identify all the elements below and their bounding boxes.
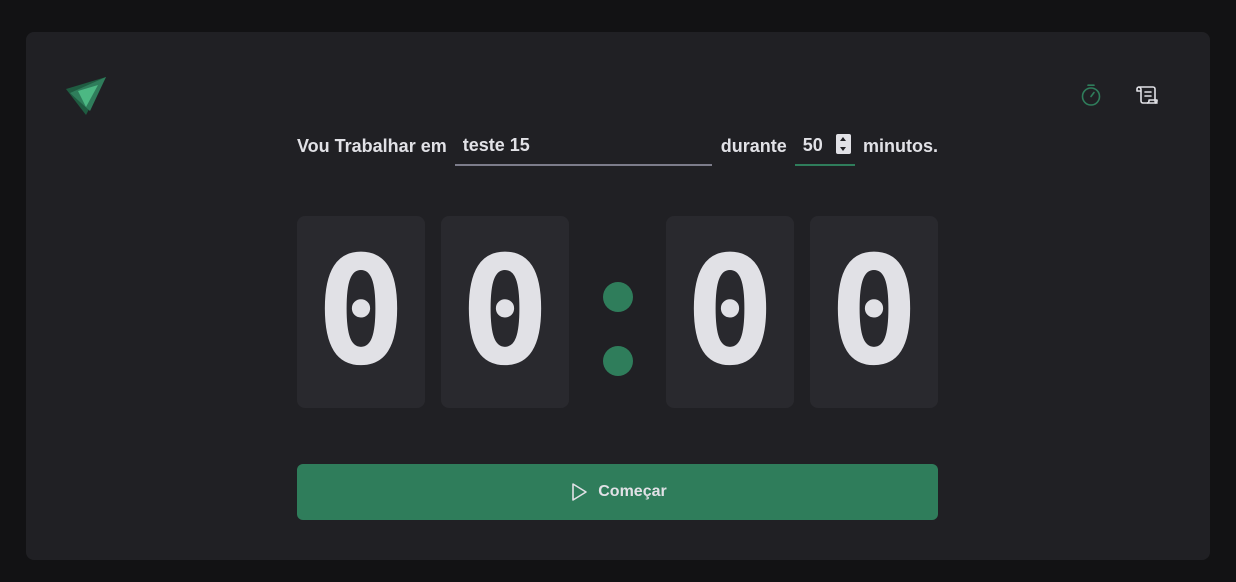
task-form: Vou Trabalhar em durante 50 minutos.	[297, 126, 938, 166]
minutes-suffix: minutos.	[863, 135, 938, 156]
play-icon	[572, 483, 588, 501]
start-button-label: Começar	[598, 483, 667, 500]
header-nav	[1078, 82, 1160, 111]
countdown-display: 0 0 0 0	[297, 216, 938, 408]
stepper-up-icon[interactable]	[840, 137, 847, 141]
minutes-tens-digit: 0	[297, 216, 425, 408]
countdown-separator	[584, 216, 652, 408]
start-button[interactable]: Começar	[297, 464, 938, 520]
minutes-stepper[interactable]	[835, 134, 851, 154]
stepper-down-icon[interactable]	[840, 147, 847, 151]
timer-icon	[1081, 84, 1101, 106]
duration-label: durante	[720, 135, 787, 156]
minutes-input[interactable]: 50	[794, 126, 855, 166]
separator-dot	[603, 346, 633, 376]
seconds-ones-digit: 0	[810, 216, 938, 408]
nav-timer-link[interactable]	[1078, 82, 1104, 111]
app-card: Vou Trabalhar em durante 50 minutos. 0 0…	[26, 32, 1210, 560]
logo-icon	[64, 75, 108, 119]
nav-history-link[interactable]	[1134, 82, 1160, 111]
seconds-tens-digit: 0	[666, 216, 794, 408]
minutes-value: 50	[802, 134, 823, 155]
minutes-ones-digit: 0	[441, 216, 569, 408]
separator-dot	[603, 282, 633, 312]
task-label: Vou Trabalhar em	[297, 135, 447, 156]
scroll-icon	[1136, 86, 1158, 104]
task-input[interactable]	[454, 126, 712, 166]
